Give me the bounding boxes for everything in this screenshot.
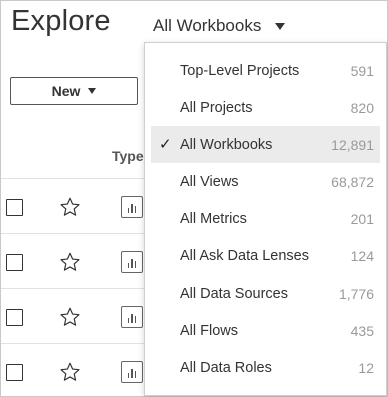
table-row[interactable] — [1, 289, 146, 344]
table-row[interactable] — [1, 344, 146, 397]
menu-item[interactable]: Top-Level Projects 591 — [151, 52, 380, 89]
row-checkbox[interactable] — [6, 309, 23, 326]
menu-item-label: All Projects — [180, 99, 253, 116]
view-selector-label: All Workbooks — [153, 16, 262, 35]
menu-item[interactable]: All Data Roles 12 — [151, 349, 380, 386]
menu-item-count: 201 — [350, 210, 374, 227]
table-row[interactable] — [1, 234, 146, 289]
page-title: Explore — [11, 5, 111, 37]
caret-down-icon — [88, 88, 97, 94]
chevron-down-icon — [275, 22, 286, 30]
menu-item-count: 124 — [350, 247, 374, 264]
menu-item-count: 435 — [350, 322, 374, 339]
menu-item-count: 820 — [350, 99, 374, 116]
star-icon[interactable] — [59, 361, 81, 383]
menu-item[interactable]: All Projects 820 — [151, 89, 380, 126]
menu-item-count: 68,872 — [331, 173, 374, 190]
menu-item-label: All Data Roles — [180, 359, 272, 376]
workbook-icon — [121, 251, 143, 273]
menu-item-count: 1,776 — [338, 285, 374, 302]
checkmark-icon: ✓ — [159, 136, 172, 153]
menu-item[interactable]: All Ask Data Lenses 124 — [151, 237, 380, 274]
menu-item-label: Top-Level Projects — [180, 62, 300, 79]
workbook-icon — [121, 306, 143, 328]
menu-item[interactable]: All Views 68,872 — [151, 163, 380, 200]
menu-item-count: 12 — [358, 359, 374, 376]
menu-item[interactable]: All Data Sources 1,776 — [151, 275, 380, 312]
star-icon[interactable] — [59, 306, 81, 328]
workbook-icon — [121, 361, 143, 383]
menu-item-label: All Flows — [180, 322, 239, 339]
menu-item-label: All Views — [180, 173, 239, 190]
menu-item-count: 591 — [350, 62, 374, 79]
new-button-label: New — [51, 83, 81, 99]
column-header-type[interactable]: Type — [112, 148, 144, 164]
view-selector-dropdown[interactable]: All Workbooks — [153, 16, 286, 36]
menu-item-label: All Ask Data Lenses — [180, 247, 309, 264]
table-row[interactable] — [1, 179, 146, 234]
menu-item-label: All Workbooks — [180, 136, 273, 153]
new-button[interactable]: New — [10, 77, 138, 105]
menu-item[interactable]: All Metrics 201 — [151, 200, 380, 237]
workbook-icon — [121, 196, 143, 218]
row-checkbox[interactable] — [6, 364, 23, 381]
row-checkbox[interactable] — [6, 199, 23, 216]
star-icon[interactable] — [59, 196, 81, 218]
menu-item[interactable]: ✓ All Workbooks 12,891 — [151, 126, 380, 163]
menu-item-label: All Metrics — [180, 210, 247, 227]
star-icon[interactable] — [59, 251, 81, 273]
menu-item-label: All Data Sources — [180, 285, 288, 302]
view-selector-menu: Top-Level Projects 591 All Projects 820 ✓ All… — [144, 42, 387, 396]
menu-item-count: 12,891 — [331, 136, 374, 153]
menu-item[interactable]: All Flows 435 — [151, 312, 380, 349]
row-checkbox[interactable] — [6, 254, 23, 271]
